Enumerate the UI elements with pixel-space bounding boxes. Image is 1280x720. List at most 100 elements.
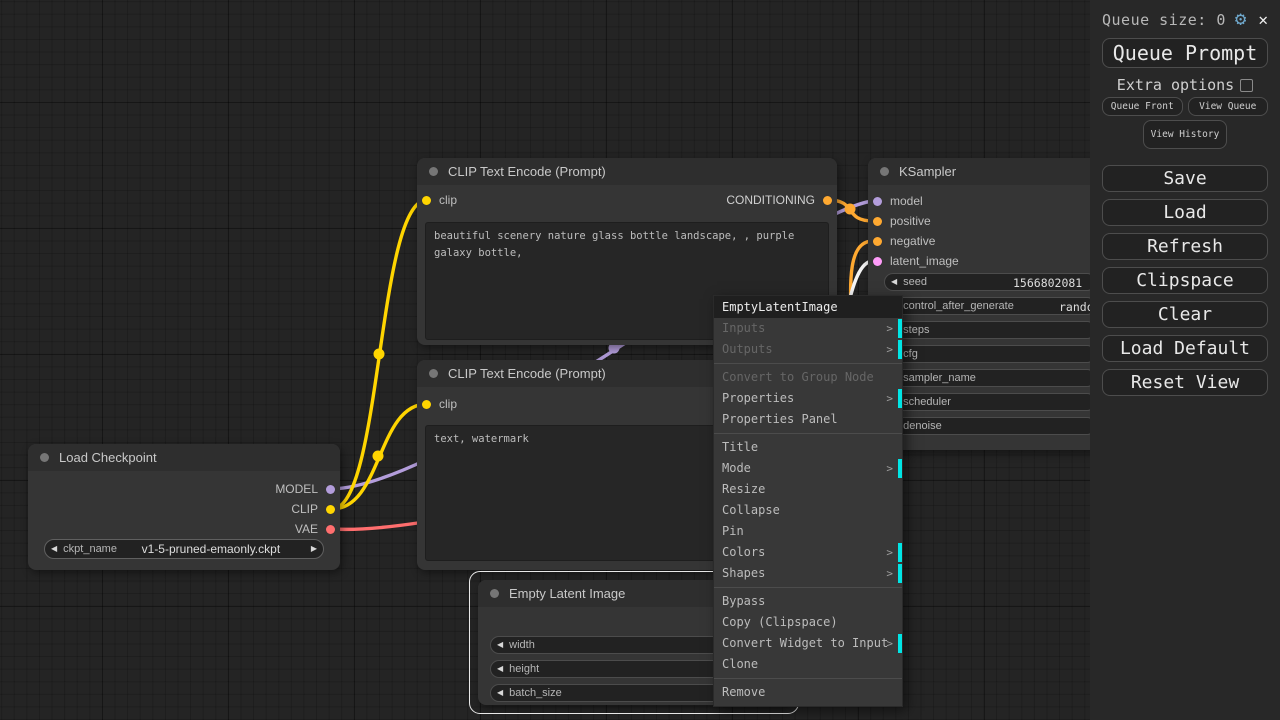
node-title: Load Checkpoint [59, 450, 157, 465]
input-slot-model[interactable]: model [873, 192, 923, 210]
submenu-arrow-icon: > [886, 567, 893, 580]
clipspace-button[interactable]: Clipspace [1102, 267, 1268, 294]
menu-item-properties-panel[interactable]: Properties Panel [714, 409, 902, 430]
reset-view-button[interactable]: Reset View [1102, 369, 1268, 396]
submenu-accent-bar [898, 634, 902, 653]
menu-item-colors[interactable]: Colors > [714, 542, 902, 563]
left-arrow-icon[interactable]: ◀ [51, 545, 57, 553]
wire-clip-to-clip1 [330, 198, 429, 511]
menu-item-outputs: Outputs > [714, 339, 902, 360]
widget-label: control_after_generate [903, 300, 1014, 312]
queue-size-label: Queue size: 0 [1102, 10, 1226, 29]
menu-item-convert-to-group-node: Convert to Group Node [722, 370, 874, 384]
submenu-accent-bar [898, 564, 902, 583]
menu-item-convert-widget-to-input[interactable]: Convert Widget to Input > [714, 633, 902, 654]
output-slot-conditioning[interactable]: CONDITIONING [726, 191, 832, 209]
node-title-bar[interactable]: CLIP Text Encode (Prompt) [417, 158, 837, 185]
input-slot-latent-image[interactable]: latent_image [873, 252, 959, 270]
input-slot-clip[interactable]: clip [422, 191, 457, 209]
node-title: Empty Latent Image [509, 586, 626, 601]
widget-seed[interactable]: ◀ seed 1566802081 [884, 273, 1096, 291]
widget-steps[interactable]: ◀ steps [884, 321, 1096, 339]
menu-item-mode[interactable]: Mode > [714, 458, 902, 479]
slot-dot-icon[interactable] [326, 524, 335, 534]
menu-item-copy-clipspace[interactable]: Copy (Clipspace) [714, 612, 902, 633]
slot-dot-icon[interactable] [873, 196, 882, 206]
widget-label: width [509, 639, 535, 651]
menu-item-remove[interactable]: Remove [714, 682, 902, 703]
right-arrow-icon[interactable]: ▶ [311, 545, 317, 553]
output-slot-clip[interactable]: CLIP [291, 500, 335, 518]
menu-item-bypass[interactable]: Bypass [714, 591, 902, 612]
refresh-button[interactable]: Refresh [1102, 233, 1268, 260]
submenu-accent-bar [898, 389, 902, 408]
output-slot-model[interactable]: MODEL [275, 480, 335, 498]
settings-gear-icon[interactable]: ⚙ [1235, 10, 1246, 29]
node-title: KSampler [899, 164, 957, 179]
slot-dot-icon[interactable] [326, 504, 335, 514]
slot-dot-icon[interactable] [873, 256, 882, 266]
input-slot-clip[interactable]: clip [422, 395, 457, 413]
view-queue-button[interactable]: View Queue [1187, 97, 1268, 116]
wire-clip-to-clip2 [330, 402, 429, 511]
widget-label: denoise [903, 420, 942, 432]
menu-item-shapes[interactable]: Shapes > [714, 563, 902, 584]
input-slot-negative[interactable]: negative [873, 232, 935, 250]
slot-dot-icon[interactable] [873, 216, 882, 226]
slot-label: CONDITIONING [726, 193, 815, 207]
menu-item-pin[interactable]: Pin [714, 521, 902, 542]
widget-sampler-name[interactable]: ◀ sampler_name [884, 369, 1096, 387]
submenu-accent-bar [898, 459, 902, 478]
left-arrow-icon[interactable]: ◀ [497, 665, 503, 673]
widget-denoise[interactable]: ◀ denoise [884, 417, 1096, 435]
left-arrow-icon[interactable]: ◀ [891, 278, 897, 286]
submenu-arrow-icon: > [886, 343, 893, 356]
extra-options-checkbox[interactable] [1240, 78, 1254, 92]
context-menu: EmptyLatentImage Inputs > Outputs > Conv… [713, 295, 903, 707]
collapse-dot-icon[interactable] [40, 453, 49, 462]
menu-separator [714, 678, 902, 679]
widget-control-after-generate[interactable]: ◀ control_after_generate randomize [884, 297, 1121, 315]
submenu-accent-bar [898, 340, 902, 359]
widget-cfg[interactable]: ◀ cfg [884, 345, 1096, 363]
menu-item-clone[interactable]: Clone [714, 654, 902, 675]
left-arrow-icon[interactable]: ◀ [497, 641, 503, 649]
left-arrow-icon[interactable]: ◀ [497, 689, 503, 697]
menu-item-resize[interactable]: Resize [714, 479, 902, 500]
slot-label: positive [890, 214, 931, 228]
wire-dot-clip1 [373, 348, 385, 360]
save-button[interactable]: Save [1102, 165, 1268, 192]
slot-dot-icon[interactable] [873, 236, 882, 246]
slot-dot-icon[interactable] [326, 484, 335, 494]
collapse-dot-icon[interactable] [429, 167, 438, 176]
collapse-dot-icon[interactable] [880, 167, 889, 176]
menu-item-properties[interactable]: Properties > [714, 388, 902, 409]
node-title-bar[interactable]: KSampler [868, 158, 1108, 185]
menu-item-title[interactable]: Title [714, 437, 902, 458]
collapse-dot-icon[interactable] [490, 589, 499, 598]
slot-dot-icon[interactable] [422, 195, 431, 205]
submenu-arrow-icon: > [886, 322, 893, 335]
node-load-checkpoint[interactable]: Load Checkpoint MODEL CLIP VAE ◀ ckpt_na… [28, 444, 340, 570]
output-slot-vae[interactable]: VAE [295, 520, 335, 538]
widget-scheduler[interactable]: ◀ scheduler [884, 393, 1096, 411]
menu-item-collapse[interactable]: Collapse [714, 500, 902, 521]
load-default-button[interactable]: Load Default [1102, 335, 1268, 362]
node-ksampler[interactable]: KSampler model positive negative latent_… [868, 158, 1121, 450]
node-title-bar[interactable]: Load Checkpoint [28, 444, 340, 471]
queue-front-button[interactable]: Queue Front [1102, 97, 1183, 116]
view-history-button[interactable]: View History [1143, 120, 1227, 149]
input-slot-positive[interactable]: positive [873, 212, 931, 230]
close-icon[interactable]: ✕ [1258, 11, 1268, 28]
wire-dot-cond [844, 203, 856, 215]
collapse-dot-icon[interactable] [429, 369, 438, 378]
graph-canvas[interactable]: CLIP Text Encode (Prompt) clip CONDITION… [0, 0, 1280, 720]
queue-prompt-button[interactable]: Queue Prompt [1102, 38, 1268, 68]
load-button[interactable]: Load [1102, 199, 1268, 226]
clear-button[interactable]: Clear [1102, 301, 1268, 328]
slot-dot-icon[interactable] [422, 399, 431, 409]
slot-dot-icon[interactable] [823, 195, 832, 205]
widget-label: batch_size [509, 687, 562, 699]
submenu-arrow-icon: > [886, 392, 893, 405]
widget-ckpt-name[interactable]: ◀ ckpt_name v1-5-pruned-emaonly.ckpt ▶ [44, 539, 324, 559]
